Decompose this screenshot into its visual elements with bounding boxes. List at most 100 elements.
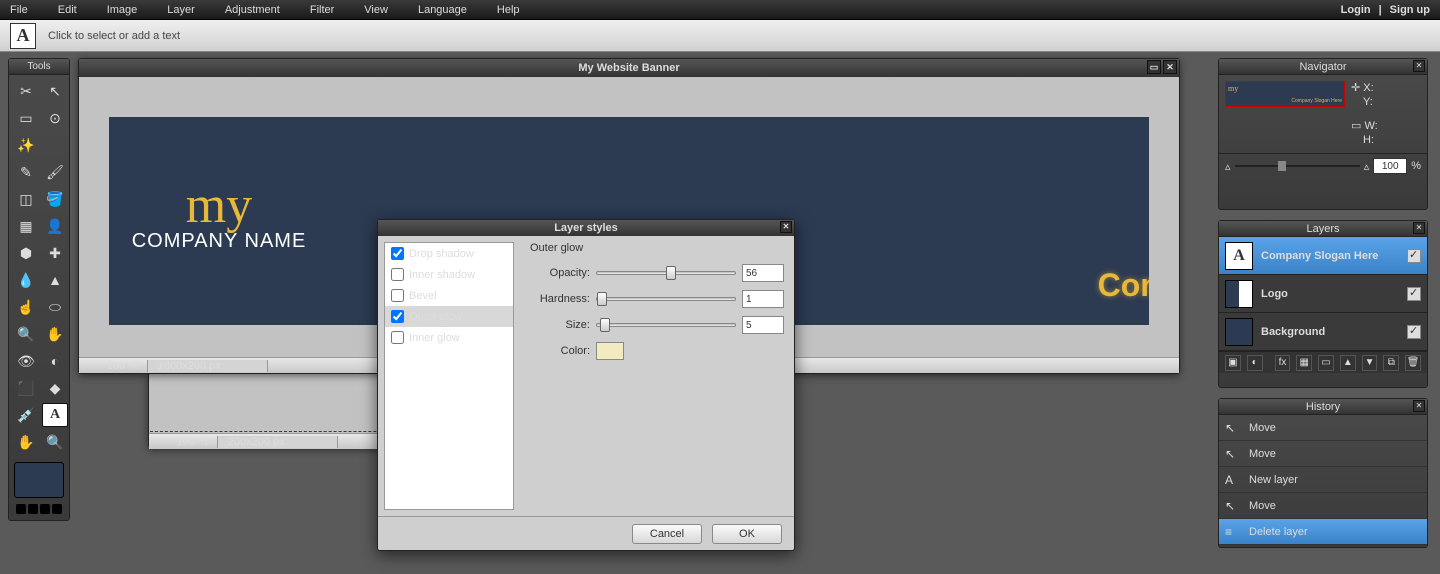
- layer-up-button[interactable]: ▲: [1340, 355, 1356, 371]
- layer-visibility-toggle[interactable]: [1407, 325, 1421, 339]
- history-icon: ↖: [1225, 499, 1241, 513]
- layer-row[interactable]: ACompany Slogan Here: [1219, 237, 1427, 275]
- menu-adjustment[interactable]: Adjustment: [225, 4, 280, 16]
- menu-filter[interactable]: Filter: [310, 4, 334, 16]
- move-tool[interactable]: ↖: [42, 79, 68, 103]
- style-checkbox[interactable]: [391, 289, 404, 302]
- layer-delete-button[interactable]: 🗑: [1405, 355, 1421, 371]
- color-swatch[interactable]: [596, 342, 624, 360]
- style-checkbox[interactable]: [391, 310, 404, 323]
- burn-tool[interactable]: ✋: [42, 322, 68, 346]
- layer-dup-button[interactable]: ⧉: [1383, 355, 1399, 371]
- login-link[interactable]: Login: [1341, 4, 1371, 16]
- style-checkbox[interactable]: [391, 247, 404, 260]
- menu-language[interactable]: Language: [418, 4, 467, 16]
- gradient-tool[interactable]: ▦: [13, 214, 39, 238]
- draw-tool[interactable]: ⬛: [13, 376, 39, 400]
- style-item[interactable]: Outer glow: [385, 306, 513, 327]
- type-tool[interactable]: A: [42, 403, 68, 427]
- size-input[interactable]: [742, 316, 784, 334]
- current-tool-icon: A: [10, 23, 36, 49]
- layer-group-button[interactable]: ▭: [1318, 355, 1334, 371]
- zoom-tool[interactable]: 🔍: [42, 430, 68, 454]
- dialog-close-button[interactable]: ✕: [780, 221, 792, 233]
- swatch-4[interactable]: [52, 504, 62, 514]
- navigator-thumbnail[interactable]: myCompany Slogan Here: [1225, 81, 1345, 107]
- style-item[interactable]: Inner shadow: [385, 264, 513, 285]
- lasso-tool[interactable]: ⊙: [42, 106, 68, 130]
- doc1-close-button[interactable]: ✕: [1163, 60, 1177, 74]
- menu-view[interactable]: View: [364, 4, 388, 16]
- layer-visibility-toggle[interactable]: [1407, 249, 1421, 263]
- size-slider[interactable]: [596, 323, 736, 327]
- layer-down-button[interactable]: ▼: [1362, 355, 1378, 371]
- sponge-tool[interactable]: ⬭: [42, 295, 68, 319]
- history-row[interactable]: ↖Move: [1219, 415, 1427, 441]
- layer-new-button[interactable]: ▦: [1296, 355, 1312, 371]
- hardness-slider[interactable]: [596, 297, 736, 301]
- dialog-titlebar[interactable]: Layer styles ✕: [378, 220, 794, 236]
- history-row[interactable]: ANew layer: [1219, 467, 1427, 493]
- history-close-button[interactable]: ✕: [1413, 400, 1425, 412]
- style-item[interactable]: Inner glow: [385, 327, 513, 348]
- cancel-button[interactable]: Cancel: [632, 524, 702, 544]
- sharpen-tool[interactable]: ▲: [42, 268, 68, 292]
- history-row[interactable]: ↖Move: [1219, 441, 1427, 467]
- layer-mask-button[interactable]: ◐: [1247, 355, 1263, 371]
- navigator-close-button[interactable]: ✕: [1413, 60, 1425, 72]
- bucket-tool[interactable]: 🪣: [42, 187, 68, 211]
- wand-tool[interactable]: ✨: [13, 133, 39, 157]
- swatch-1[interactable]: [16, 504, 26, 514]
- spot-tool[interactable]: ◐: [42, 349, 68, 373]
- crop-tool[interactable]: ✂: [13, 79, 39, 103]
- signup-link[interactable]: Sign up: [1390, 4, 1430, 16]
- pencil-tool[interactable]: ✎: [13, 160, 39, 184]
- layer-style-button[interactable]: fx: [1275, 355, 1291, 371]
- redeye-tool[interactable]: 👁: [13, 349, 39, 373]
- nav-zoom-slider[interactable]: [1235, 165, 1360, 167]
- shape-tool[interactable]: ◆: [42, 376, 68, 400]
- layer-visibility-toggle[interactable]: [1407, 287, 1421, 301]
- doc1-minimize-button[interactable]: ▭: [1147, 60, 1161, 74]
- stamp-tool[interactable]: ⬢: [13, 241, 39, 265]
- menu-image[interactable]: Image: [107, 4, 138, 16]
- layers-close-button[interactable]: ✕: [1413, 222, 1425, 234]
- hardness-input[interactable]: [742, 290, 784, 308]
- eraser-tool[interactable]: ◫: [13, 187, 39, 211]
- layer-row[interactable]: Logo: [1219, 275, 1427, 313]
- eyedropper-tool[interactable]: 💉: [13, 403, 39, 427]
- menu-edit[interactable]: Edit: [58, 4, 77, 16]
- ok-button[interactable]: OK: [712, 524, 782, 544]
- layer-settings-button[interactable]: ▣: [1225, 355, 1241, 371]
- history-row[interactable]: ↖Move: [1219, 493, 1427, 519]
- style-item[interactable]: Drop shadow: [385, 243, 513, 264]
- opacity-input[interactable]: [742, 264, 784, 282]
- swatch-2[interactable]: [28, 504, 38, 514]
- style-item[interactable]: Bevel: [385, 285, 513, 306]
- menu-layer[interactable]: Layer: [167, 4, 195, 16]
- smudge-tool[interactable]: ☝: [13, 295, 39, 319]
- doc1-titlebar[interactable]: My Website Banner ▭ ✕: [79, 59, 1179, 77]
- marquee-tool[interactable]: ▭: [13, 106, 39, 130]
- style-checkbox[interactable]: [391, 268, 404, 281]
- opacity-slider[interactable]: [596, 271, 736, 275]
- empty-tool-1[interactable]: [42, 133, 68, 157]
- clone-tool[interactable]: 👤: [42, 214, 68, 238]
- swatch-3[interactable]: [40, 504, 50, 514]
- slogan-text[interactable]: Company Slogan Here: [1098, 267, 1149, 304]
- style-label: Outer glow: [409, 311, 462, 323]
- hand-tool[interactable]: ✋: [13, 430, 39, 454]
- nav-zoom-input[interactable]: [1373, 158, 1407, 174]
- menu-file[interactable]: File: [10, 4, 28, 16]
- layer-row[interactable]: Background: [1219, 313, 1427, 351]
- heal-tool[interactable]: ✚: [42, 241, 68, 265]
- menu-help[interactable]: Help: [497, 4, 520, 16]
- style-checkbox[interactable]: [391, 331, 404, 344]
- nav-zoom-in-icon[interactable]: ▵: [1364, 160, 1370, 173]
- dodge-tool[interactable]: 🔍: [13, 322, 39, 346]
- foreground-color-swatch[interactable]: [14, 462, 64, 498]
- blur-tool[interactable]: 💧: [13, 268, 39, 292]
- brush-tool[interactable]: 🖌: [42, 160, 68, 184]
- history-row[interactable]: ≡Delete layer: [1219, 519, 1427, 545]
- nav-zoom-out-icon[interactable]: ▵: [1225, 160, 1231, 173]
